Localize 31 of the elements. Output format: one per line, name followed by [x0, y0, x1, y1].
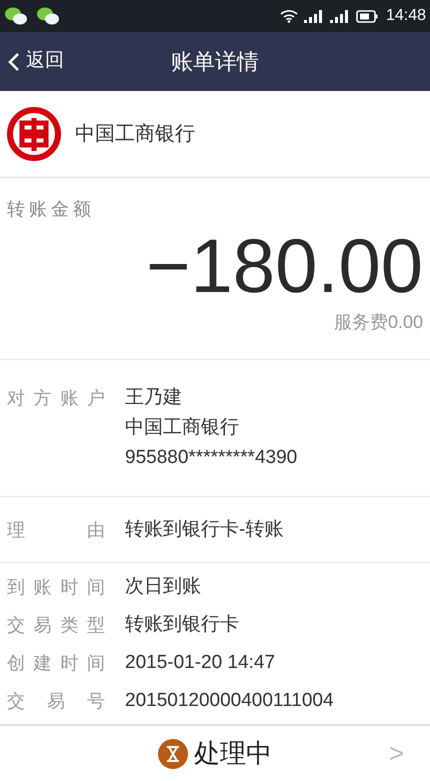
field-label: 交易号	[7, 690, 105, 712]
hourglass-icon	[158, 738, 188, 768]
signal-icon	[330, 10, 350, 22]
page-title: 账单详情	[171, 48, 259, 76]
field-value: 中国工商银行	[125, 416, 240, 440]
back-button[interactable]: 返回	[0, 47, 64, 76]
battery-icon	[356, 10, 378, 22]
amount-value: −180.00	[146, 227, 423, 307]
field-label: 理由	[7, 518, 105, 542]
field-value: 2015-01-20 14:47	[125, 650, 276, 674]
amount-label: 转账金额	[7, 198, 95, 221]
field-label: 对方账户	[7, 387, 105, 410]
field-value: 20150120000400111004	[125, 688, 334, 712]
back-chevron-icon	[8, 52, 20, 72]
field-value: 转账到银行卡	[125, 612, 239, 636]
field-label: 创建时间	[7, 652, 105, 674]
chat-app-icon	[36, 6, 60, 26]
signal-icon	[304, 10, 324, 22]
wifi-icon	[280, 9, 298, 23]
bank-logo-icon	[7, 107, 61, 161]
bank-name: 中国工商银行	[75, 122, 195, 147]
field-label: 到账时间	[7, 576, 105, 598]
service-fee: 服务费0.00	[334, 311, 423, 334]
clock: 14:48	[386, 6, 426, 26]
field-value: 王乃建	[125, 386, 183, 410]
field-value: 转账到银行卡-转账	[125, 518, 284, 542]
field-value: 次日到账	[125, 574, 201, 598]
chat-app-icon	[4, 6, 28, 26]
field-value: 955880*********4390	[125, 446, 298, 470]
field-label: 交易类型	[7, 614, 105, 636]
processing-status: 处理中	[194, 737, 272, 770]
